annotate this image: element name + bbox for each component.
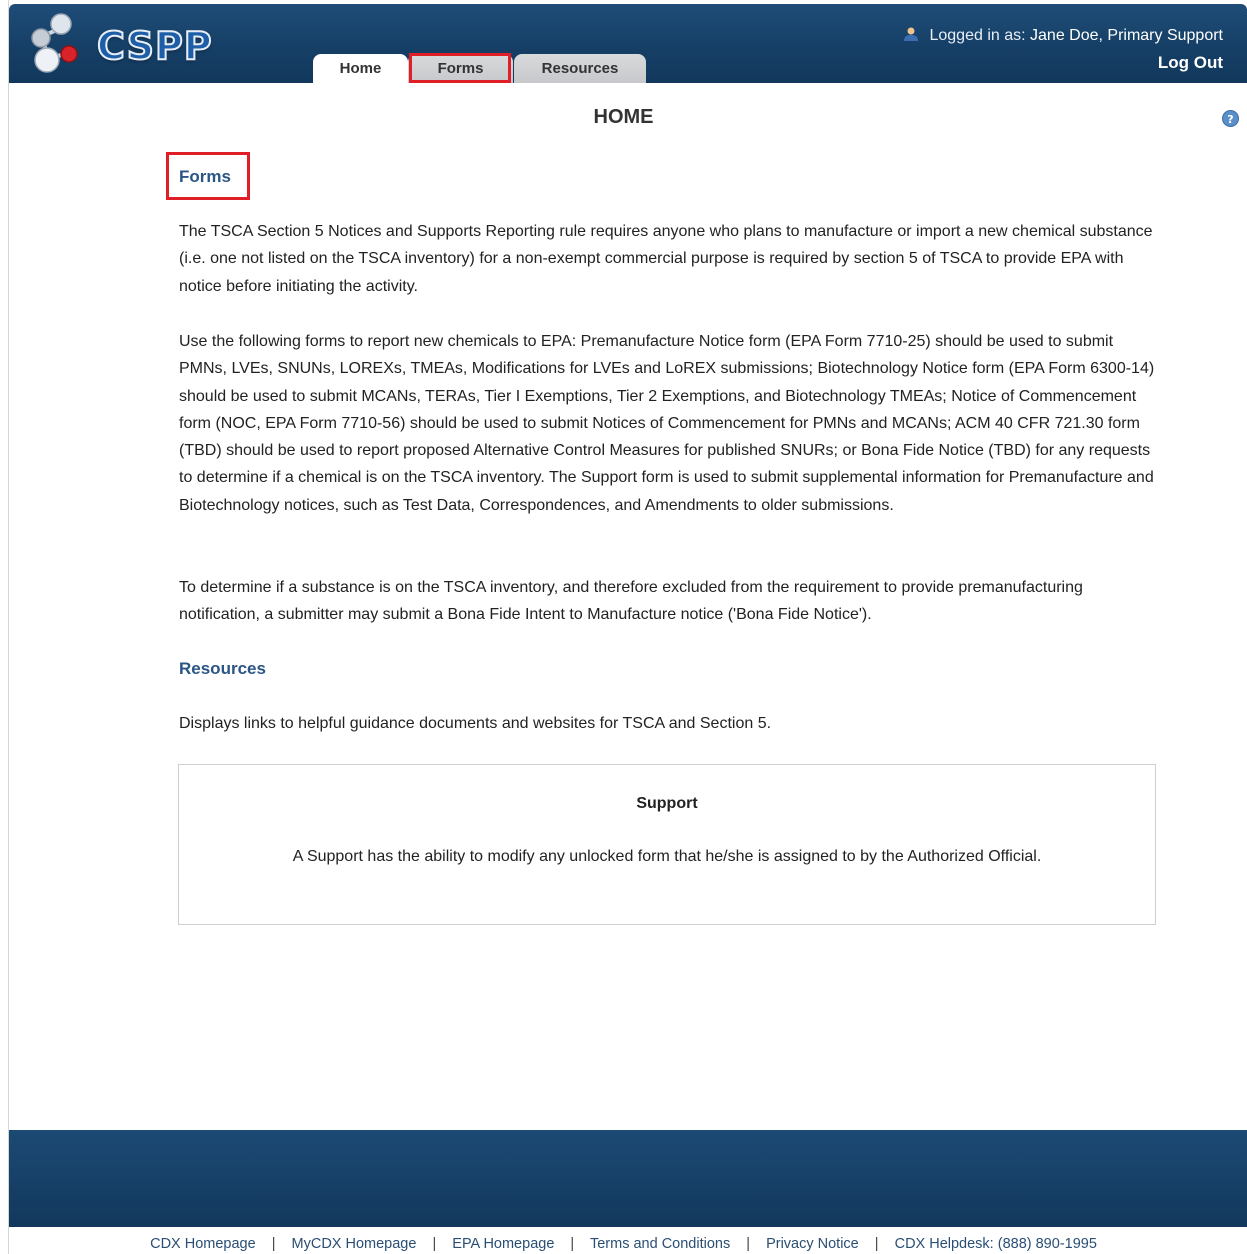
tab-home[interactable]: Home: [313, 54, 408, 83]
forms-paragraph-bona-fide: To determine if a substance is on the TS…: [179, 579, 1083, 624]
forms-paragraph-list: Use the following forms to report new ch…: [179, 333, 1155, 514]
support-description: A Support has the ability to modify any …: [292, 848, 1042, 865]
forms-heading-highlight: [166, 152, 250, 200]
svg-text:?: ?: [1227, 113, 1233, 126]
logout-link[interactable]: Log Out: [1158, 53, 1223, 73]
resources-heading: Resources: [179, 659, 266, 678]
footer-link-helpdesk[interactable]: CDX Helpdesk: (888) 890-1995: [895, 1236, 1097, 1252]
logged-in-user: Logged in as: Jane Doe, Primary Support: [903, 26, 1223, 45]
user-name: Jane Doe, Primary Support: [1030, 27, 1223, 44]
resources-description: Displays links to helpful guidance docum…: [179, 715, 772, 732]
tab-resources[interactable]: Resources: [514, 54, 646, 83]
logo-text: CSPP: [96, 23, 213, 69]
help-icon[interactable]: ?: [1222, 110, 1239, 127]
user-icon: [904, 27, 919, 41]
molecule-icon: [31, 13, 78, 73]
forms-paragraph-intro: The TSCA Section 5 Notices and Supports …: [179, 223, 1153, 295]
support-info-box: Support A Support has the ability to mod…: [178, 764, 1156, 925]
footer-link-mycdx-homepage[interactable]: MyCDX Homepage: [292, 1236, 417, 1252]
footer-separator: |: [874, 1236, 879, 1252]
footer-band: [9, 1130, 1247, 1227]
page-title: HOME: [593, 106, 654, 128]
support-title: Support: [636, 795, 698, 812]
footer-link-cdx-homepage[interactable]: CDX Homepage: [150, 1236, 256, 1252]
logged-in-label: Logged in as:: [929, 27, 1026, 44]
footer-separator: |: [271, 1236, 276, 1252]
footer-link-terms[interactable]: Terms and Conditions: [590, 1236, 730, 1252]
footer-separator: |: [570, 1236, 575, 1252]
footer-separator: |: [746, 1236, 751, 1252]
forms-tab-highlight: [409, 53, 511, 83]
footer-link-epa-homepage[interactable]: EPA Homepage: [452, 1236, 554, 1252]
footer-links: CDX Homepage | MyCDX Homepage | EPA Home…: [0, 1236, 1247, 1252]
cspp-logo[interactable]: CSPP: [25, 10, 215, 76]
footer-link-privacy[interactable]: Privacy Notice: [766, 1236, 859, 1252]
footer-separator: |: [432, 1236, 437, 1252]
